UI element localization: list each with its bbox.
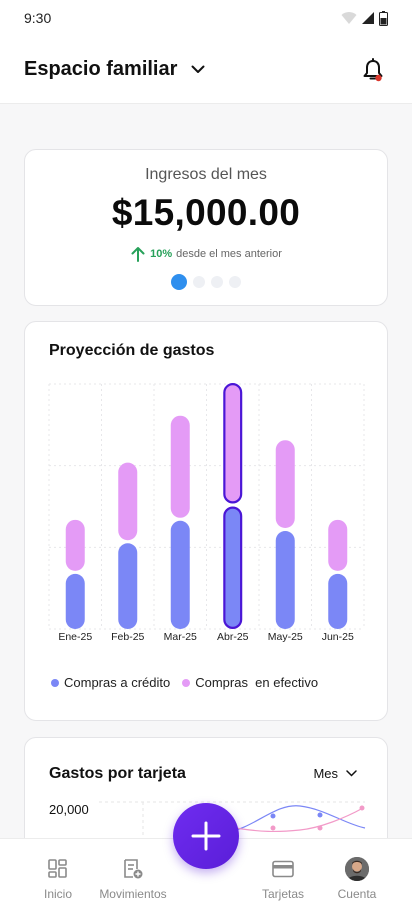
nav-movimientos[interactable]: Movimientos (93, 857, 173, 901)
plus-icon (191, 821, 221, 851)
signal-icon (362, 12, 374, 24)
status-icons (341, 10, 388, 26)
nav-cuenta-label: Cuenta (337, 887, 377, 901)
legend-swatch-cash (182, 678, 191, 687)
chevron-down-icon (187, 59, 209, 81)
income-amount: $15,000.00 (111, 192, 301, 233)
credit-card-icon (271, 857, 295, 881)
bar-credit (65, 573, 85, 629)
wifi-icon (341, 12, 357, 24)
income-delta-text: desde el mes anterior (176, 248, 282, 260)
x-tick-label: Mar-25 (164, 631, 197, 643)
bar-credit (170, 520, 190, 629)
space-selector[interactable]: Espacio familiar (24, 58, 209, 81)
add-transaction-button[interactable] (173, 803, 239, 869)
arrow-up-icon (131, 247, 145, 262)
legend-swatch-credit (51, 678, 59, 687)
projection-chart: Ene-25 Feb-25 Mar-25 Abr-25 May-25 Jun-25 (48, 383, 365, 643)
nav-cuenta[interactable]: Cuenta (317, 857, 397, 901)
x-tick-label: Jun-25 (322, 631, 354, 643)
carousel-indicator (25, 274, 387, 290)
projection-legend: Compras a crédito Compras en efectivo (51, 675, 318, 690)
space-title: Espacio familiar (24, 58, 178, 80)
income-card[interactable]: Ingresos del mes $15,000.00 10% desde el… (24, 149, 388, 306)
x-tick-label: Ene-25 (58, 631, 92, 643)
bar-cash (118, 462, 138, 541)
bell-icon (363, 57, 383, 81)
legend-item-cash[interactable]: Compras en efectivo (182, 675, 318, 690)
x-tick-label: Abr-25 (217, 631, 249, 643)
dashboard-icon (46, 857, 70, 881)
carousel-dot[interactable] (229, 276, 241, 288)
bar-cash (170, 415, 190, 518)
bar-credit (118, 543, 138, 629)
bar-cash (328, 519, 348, 571)
nav-inicio[interactable]: Inicio (18, 857, 98, 901)
x-tick-label: May-25 (268, 631, 303, 643)
legend-item-credit[interactable]: Compras a crédito (51, 675, 170, 690)
bar-cash (223, 383, 243, 504)
app-bar: Espacio familiar (0, 36, 412, 104)
legend-label-cash: Compras en efectivo (195, 675, 319, 690)
carousel-dot[interactable] (171, 274, 187, 290)
x-tick-label: Feb-25 (111, 631, 144, 643)
nav-movimientos-label: Movimientos (99, 887, 167, 901)
bar-cash (275, 440, 295, 528)
avatar (345, 857, 369, 881)
status-time: 9:30 (24, 10, 52, 26)
income-label: Ingresos del mes (145, 166, 267, 183)
bar-cash (65, 519, 85, 571)
bar-credit (275, 531, 295, 629)
legend-label-credit: Compras a crédito (64, 675, 171, 690)
income-delta: 10% desde el mes anterior (25, 246, 387, 262)
bar-credit (223, 506, 243, 630)
projection-card: Proyección de gastos Ene-25 Feb-25 Mar-25 A… (24, 321, 388, 721)
nav-tarjetas-label: Tarjetas (261, 887, 305, 901)
status-bar: 9:30 (0, 0, 412, 36)
notifications-button[interactable] (358, 55, 388, 85)
nav-tarjetas[interactable]: Tarjetas (243, 857, 323, 901)
nav-inicio-label: Inicio (43, 887, 72, 901)
income-delta-pct: 10% (150, 248, 173, 260)
receipt-icon (121, 857, 145, 881)
user-avatar (345, 857, 369, 881)
carousel-dot[interactable] (193, 276, 205, 288)
battery-icon (379, 10, 388, 26)
bar-credit (328, 573, 348, 629)
carousel-dot[interactable] (211, 276, 223, 288)
